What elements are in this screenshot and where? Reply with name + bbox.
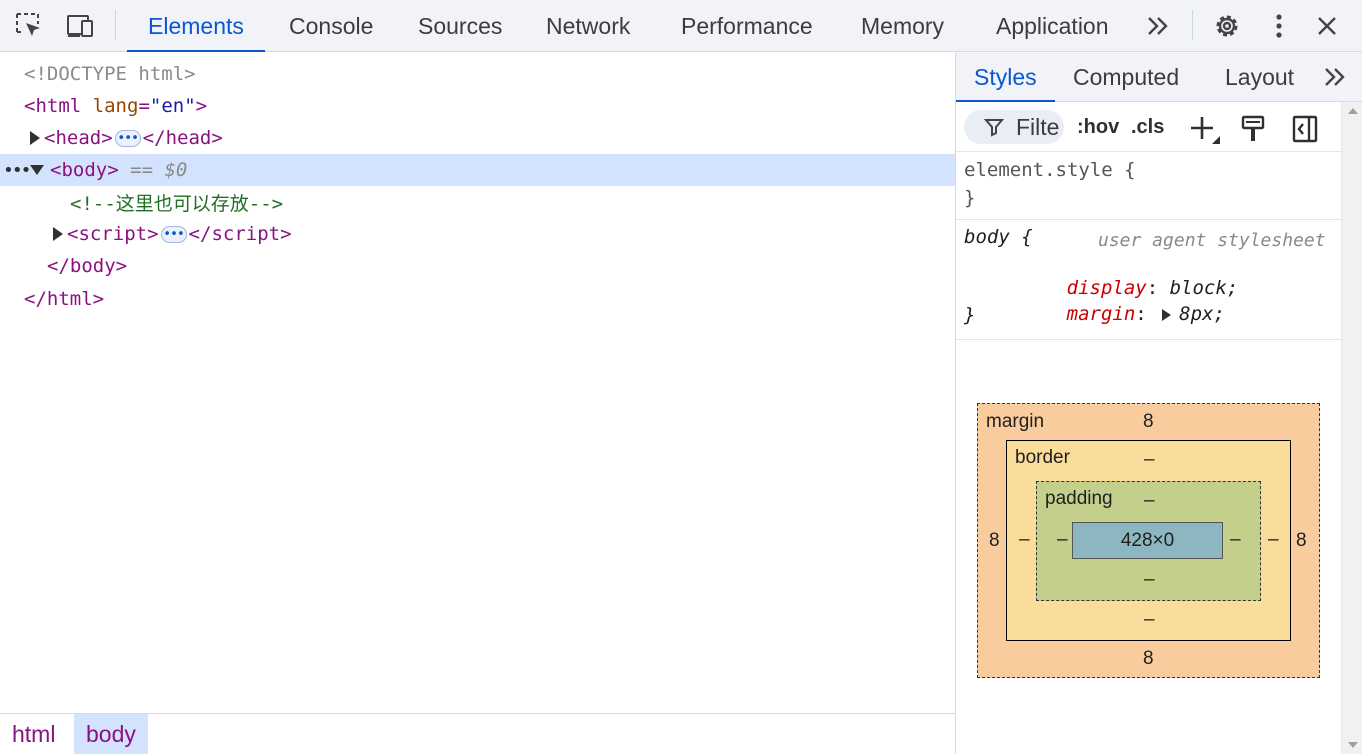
- tab-network[interactable]: Network: [546, 0, 630, 52]
- tab-performance[interactable]: Performance: [681, 0, 813, 52]
- margin-left-value[interactable]: 8: [989, 530, 1000, 552]
- body-close-tag: </body>: [47, 255, 128, 277]
- rule-close-brace: }: [964, 187, 976, 209]
- script-tag: script: [78, 223, 148, 245]
- border-left-value[interactable]: –: [1019, 529, 1030, 551]
- dom-html-line[interactable]: < html lang = "en" >: [0, 90, 955, 122]
- border-label: border: [1015, 447, 1070, 468]
- html-comment: <!--这里也可以存放-->: [70, 192, 284, 215]
- padding-right-value[interactable]: –: [1230, 529, 1241, 551]
- body-style-rule: body { user agent stylesheet display: bl…: [956, 220, 1341, 340]
- element-style-rule: element.style { }: [956, 153, 1341, 220]
- toolbar-divider: [115, 10, 116, 40]
- user-agent-stylesheet-label: user agent stylesheet: [1098, 230, 1326, 251]
- doctype-text: <!DOCTYPE html>: [24, 63, 196, 85]
- hover-state-toggle[interactable]: :hov: [1077, 116, 1119, 139]
- padding-top-value[interactable]: –: [1144, 490, 1155, 512]
- dom-doctype-line[interactable]: <!DOCTYPE html>: [0, 58, 955, 90]
- filter-input[interactable]: Filte: [964, 110, 1064, 144]
- tab-sources[interactable]: Sources: [418, 0, 502, 52]
- dom-tree: <!DOCTYPE html> < html lang = "en" > < head > •…: [0, 52, 955, 712]
- tab-console[interactable]: Console: [289, 0, 373, 52]
- inspect-element-icon[interactable]: [11, 8, 47, 44]
- box-model-content[interactable]: 428×0: [1072, 522, 1223, 559]
- breadcrumb-html[interactable]: html: [0, 714, 67, 754]
- margin-bottom-value[interactable]: 8: [1143, 648, 1154, 670]
- toolbar-divider: [1192, 10, 1193, 40]
- margin-label: margin: [986, 411, 1045, 432]
- style-property-margin[interactable]: margin: 8px;: [998, 281, 1225, 347]
- gear-icon[interactable]: [1209, 8, 1245, 44]
- expand-triangle-icon[interactable]: [1162, 308, 1172, 321]
- dom-body-line[interactable]: ••• < body > == $0: [0, 154, 955, 186]
- margin-top-value[interactable]: 8: [1143, 411, 1154, 433]
- body-selector[interactable]: body {: [964, 226, 1033, 248]
- dom-html-close-line[interactable]: </html>: [0, 283, 955, 315]
- border-right-value[interactable]: –: [1268, 529, 1279, 551]
- scroll-down-icon[interactable]: [1348, 742, 1358, 748]
- expand-triangle-icon[interactable]: [30, 131, 40, 145]
- head-tag: head: [55, 127, 102, 149]
- body-tag: body: [61, 159, 108, 181]
- border-top-value[interactable]: –: [1144, 449, 1155, 471]
- tab-layout[interactable]: Layout: [1225, 52, 1294, 102]
- padding-left-value[interactable]: –: [1057, 529, 1068, 551]
- html-close-tag: </html>: [24, 288, 105, 310]
- more-actions-icon[interactable]: •••: [3, 160, 31, 181]
- filter-placeholder: Filte: [1016, 113, 1060, 140]
- close-icon[interactable]: [1309, 8, 1345, 44]
- dom-comment-line[interactable]: <!--这里也可以存放-->: [0, 186, 955, 218]
- margin-right-value[interactable]: 8: [1296, 530, 1307, 552]
- dom-head-line[interactable]: < head > ••• </head >: [0, 122, 955, 154]
- sidebar-scrollbar[interactable]: [1341, 102, 1362, 754]
- expand-triangle-icon[interactable]: [53, 227, 63, 241]
- collapsed-ellipsis-button[interactable]: •••: [160, 225, 187, 243]
- sidebar-tabs: Styles Computed Layout: [956, 52, 1362, 102]
- tab-computed[interactable]: Computed: [1073, 52, 1179, 102]
- breadcrumb-body[interactable]: body: [74, 714, 148, 754]
- element-style-selector[interactable]: element.style {: [964, 159, 1136, 181]
- border-bottom-value[interactable]: –: [1144, 609, 1155, 631]
- scroll-up-icon[interactable]: [1348, 108, 1358, 114]
- collapsed-ellipsis-button[interactable]: •••: [114, 129, 141, 147]
- padding-label: padding: [1045, 488, 1113, 509]
- html-attr-name: lang: [92, 95, 139, 117]
- device-toolbar-icon[interactable]: [62, 8, 98, 44]
- chevron-double-right-icon[interactable]: [1322, 66, 1348, 92]
- class-toggle[interactable]: .cls: [1131, 116, 1164, 139]
- tab-memory[interactable]: Memory: [861, 0, 944, 52]
- html-tag: html: [35, 95, 82, 117]
- devtools-toolbar: Elements Console Sources Network Perform…: [0, 0, 1362, 52]
- dom-script-line[interactable]: < script > ••• </script >: [0, 218, 955, 250]
- rule-close-brace: }: [964, 304, 976, 326]
- tab-styles[interactable]: Styles: [956, 52, 1055, 102]
- paint-brush-icon[interactable]: [1240, 114, 1268, 148]
- tab-elements[interactable]: Elements: [127, 0, 265, 52]
- toggle-sidebar-icon[interactable]: [1291, 114, 1319, 148]
- selected-node-marker: == $0: [130, 159, 188, 181]
- tab-application[interactable]: Application: [996, 0, 1109, 52]
- breadcrumb: html body: [0, 713, 955, 754]
- chevron-double-right-icon[interactable]: [1140, 8, 1176, 44]
- html-attr-value: "en": [149, 95, 196, 117]
- new-style-rule-icon[interactable]: [1188, 114, 1222, 150]
- kebab-menu-icon[interactable]: [1261, 8, 1297, 44]
- padding-bottom-value[interactable]: –: [1144, 569, 1155, 591]
- dom-body-close-line[interactable]: </body>: [0, 250, 955, 282]
- head-close-tag: head: [165, 127, 212, 149]
- filter-icon: [984, 117, 1004, 137]
- script-close-tag: script: [211, 223, 281, 245]
- collapse-triangle-icon[interactable]: [30, 165, 44, 175]
